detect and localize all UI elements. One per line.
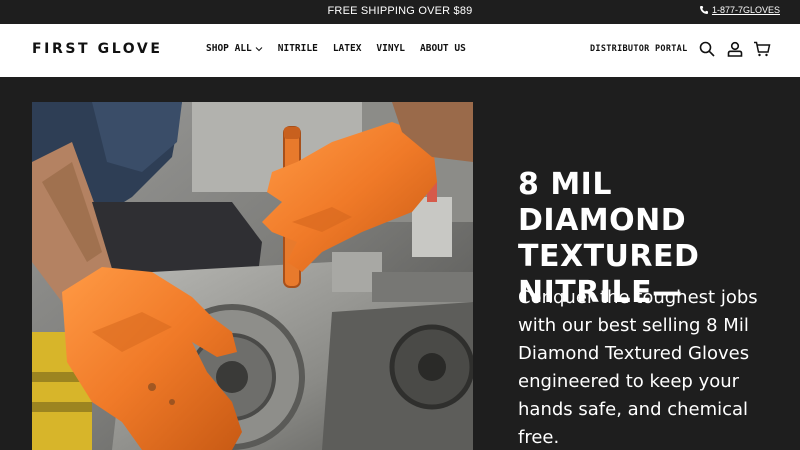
account-icon	[727, 41, 743, 57]
chevron-down-icon	[255, 46, 263, 51]
phone-link[interactable]: 1-877-7GLOVES	[699, 5, 780, 15]
hero-image	[32, 102, 473, 450]
nav-about-us[interactable]: ABOUT US	[420, 43, 466, 54]
nav-vinyl[interactable]: VINYL	[376, 43, 405, 54]
nav-shop-all-label: SHOP ALL	[206, 43, 252, 54]
cart-button[interactable]	[753, 40, 771, 58]
distributor-portal-link[interactable]: DISTRIBUTOR PORTAL	[590, 44, 688, 54]
mechanic-gloves-photo	[32, 102, 473, 450]
phone-icon	[699, 6, 708, 14]
site-header: FIRST GLOVE SHOP ALL NITRILE LATEX VINYL…	[0, 24, 800, 77]
nav-latex[interactable]: LATEX	[333, 43, 362, 54]
phone-number: 1-877-7GLOVES	[711, 5, 780, 15]
nav-nitrile[interactable]: NITRILE	[278, 43, 318, 54]
site-logo[interactable]: FIRST GLOVE	[32, 41, 163, 57]
account-button[interactable]	[726, 40, 744, 58]
hero-section: 8 MIL DIAMOND TEXTURED NITRILE— Conquer …	[0, 77, 800, 450]
search-icon	[699, 41, 715, 57]
announcement-bar: FREE SHIPPING OVER $89 1-877-7GLOVES	[0, 0, 800, 24]
nav-shop-all[interactable]: SHOP ALL	[206, 43, 263, 54]
announcement-text: FREE SHIPPING OVER $89	[327, 5, 473, 17]
hero-description: Conquer the toughest jobs with our best …	[518, 287, 758, 448]
cart-icon	[754, 41, 771, 57]
search-button[interactable]	[698, 40, 716, 58]
main-nav: SHOP ALL NITRILE LATEX VINYL ABOUT US	[206, 43, 466, 54]
